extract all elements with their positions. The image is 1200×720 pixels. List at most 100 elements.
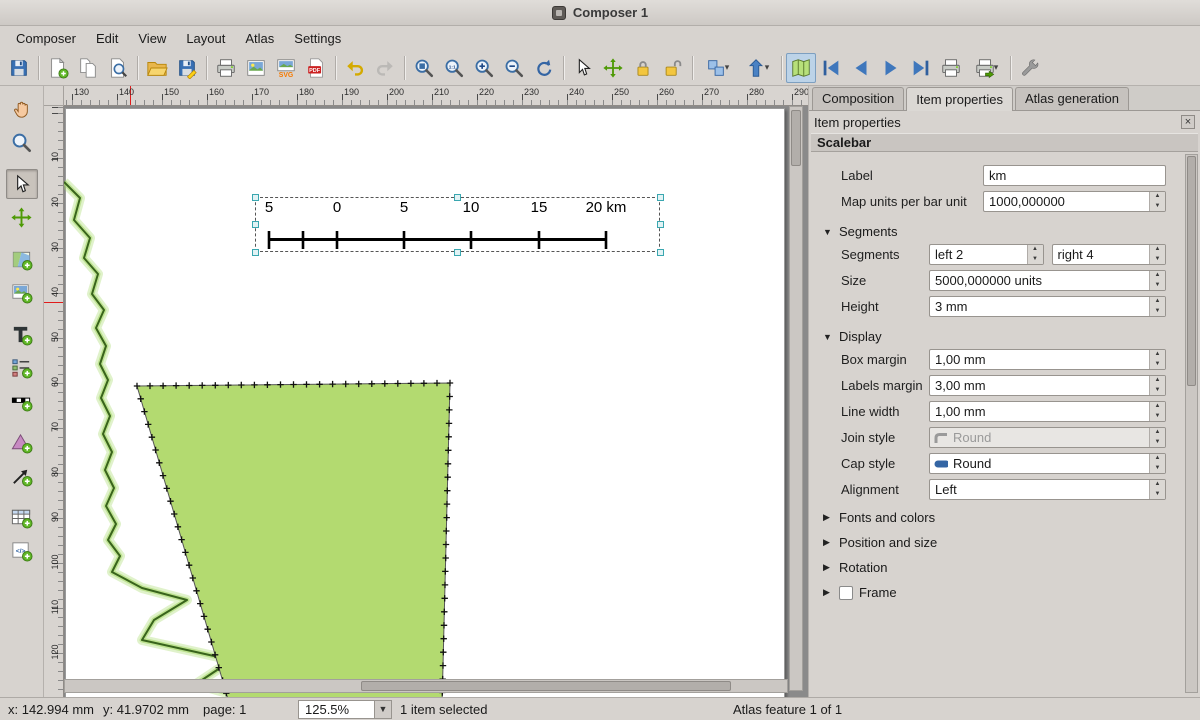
export-pdf-button[interactable]	[301, 53, 331, 83]
pan-button[interactable]	[6, 94, 38, 124]
zoom-button[interactable]	[6, 127, 38, 157]
box-margin-spinbox[interactable]: 1,00 mm ▲▼	[929, 349, 1166, 370]
export-atlas-button[interactable]: ▾	[966, 53, 1006, 83]
move-content-button[interactable]	[6, 202, 38, 232]
print-atlas-button[interactable]	[936, 53, 966, 83]
add-scalebar-button[interactable]	[6, 385, 38, 415]
horizontal-scrollbar[interactable]	[64, 679, 788, 693]
spinner-arrows-icon[interactable]: ▲▼	[1149, 454, 1165, 473]
scalebar-item[interactable]: 505101520 km	[255, 197, 660, 252]
selection-handle[interactable]	[657, 194, 664, 201]
cap-style-combobox[interactable]: Round ▲▼	[929, 453, 1166, 474]
export-image-button[interactable]	[241, 53, 271, 83]
spinner-arrows-icon[interactable]: ▲▼	[1149, 402, 1165, 421]
fonts-and-colors-group-header[interactable]: ▶Fonts and colors	[823, 510, 1174, 525]
alignment-combobox[interactable]: Left ▲▼	[929, 479, 1166, 500]
line-width-spinbox[interactable]: 1,00 mm ▲▼	[929, 401, 1166, 422]
add-shape-button[interactable]	[6, 427, 38, 457]
display-group-header[interactable]: ▼ Display	[823, 329, 1174, 344]
add-table-button[interactable]	[6, 502, 38, 532]
add-arrow-button[interactable]	[6, 460, 38, 490]
composition-viewport[interactable]: 505101520 km	[64, 106, 808, 697]
menu-view[interactable]: View	[128, 28, 176, 49]
selection-handle[interactable]	[252, 194, 259, 201]
group-items-button[interactable]: ▾	[697, 53, 737, 83]
selection-handle[interactable]	[252, 249, 259, 256]
frame-group-header[interactable]: ▶ Frame	[823, 585, 1174, 600]
load-template-button[interactable]	[142, 53, 172, 83]
map-item[interactable]	[64, 106, 808, 697]
menu-edit[interactable]: Edit	[86, 28, 128, 49]
segments-left-spinbox[interactable]: left 2 ▲▼	[929, 244, 1044, 265]
zoom-in-button[interactable]	[469, 53, 499, 83]
atlas-next-button[interactable]	[876, 53, 906, 83]
add-legend-button[interactable]	[6, 352, 38, 382]
select-move-item-button[interactable]	[568, 53, 598, 83]
height-spinbox[interactable]: 3 mm ▲▼	[929, 296, 1166, 317]
vertical-scrollbar[interactable]	[789, 106, 803, 691]
zoom-combobox[interactable]: 125.5% ▼	[298, 700, 392, 719]
move-item-content-button[interactable]	[598, 53, 628, 83]
select-item-button[interactable]	[6, 169, 38, 199]
refresh-button[interactable]	[529, 53, 559, 83]
zoom-full-button[interactable]	[409, 53, 439, 83]
menu-composer[interactable]: Composer	[6, 28, 86, 49]
print-button[interactable]	[211, 53, 241, 83]
selection-handle[interactable]	[252, 221, 259, 228]
atlas-last-button[interactable]	[906, 53, 936, 83]
atlas-first-button[interactable]	[816, 53, 846, 83]
selection-handle[interactable]	[454, 194, 461, 201]
add-image-button[interactable]	[6, 277, 38, 307]
spinner-arrows-icon[interactable]: ▲▼	[1149, 297, 1165, 316]
unlock-items-button[interactable]	[658, 53, 688, 83]
zoom-100-button[interactable]	[439, 53, 469, 83]
panel-scrollbar-thumb[interactable]	[1187, 156, 1196, 386]
lock-items-button[interactable]	[628, 53, 658, 83]
tab-item-properties[interactable]: Item properties	[906, 87, 1013, 111]
spinner-arrows-icon[interactable]: ▲▼	[1149, 350, 1165, 369]
redo-button[interactable]	[370, 53, 400, 83]
selection-handle[interactable]	[657, 221, 664, 228]
menu-settings[interactable]: Settings	[284, 28, 351, 49]
atlas-prev-button[interactable]	[846, 53, 876, 83]
save-button[interactable]	[4, 53, 34, 83]
menu-atlas[interactable]: Atlas	[235, 28, 284, 49]
add-html-button[interactable]	[6, 535, 38, 565]
menu-layout[interactable]: Layout	[176, 28, 235, 49]
frame-checkbox[interactable]	[839, 586, 853, 600]
export-svg-button[interactable]	[271, 53, 301, 83]
spinner-arrows-icon[interactable]: ▲▼	[1149, 480, 1165, 499]
save-template-button[interactable]	[172, 53, 202, 83]
atlas-settings-button[interactable]	[1015, 53, 1045, 83]
raise-items-button[interactable]: ▾	[737, 53, 777, 83]
add-map-button[interactable]	[6, 244, 38, 274]
tab-atlas-generation[interactable]: Atlas generation	[1015, 87, 1129, 110]
selection-handle[interactable]	[454, 249, 461, 256]
new-composition-button[interactable]	[43, 53, 73, 83]
rotation-group-header[interactable]: ▶Rotation	[823, 560, 1174, 575]
position-and-size-group-header[interactable]: ▶Position and size	[823, 535, 1174, 550]
size-spinbox[interactable]: 5000,000000 units ▲▼	[929, 270, 1166, 291]
spinner-arrows-icon[interactable]: ▲▼	[1149, 376, 1165, 395]
segments-group-header[interactable]: ▼ Segments	[823, 224, 1174, 239]
undo-button[interactable]	[340, 53, 370, 83]
selection-handle[interactable]	[657, 249, 664, 256]
spinner-arrows-icon[interactable]: ▲▼	[1149, 271, 1165, 290]
panel-scrollbar[interactable]	[1185, 154, 1198, 693]
spinner-arrows-icon[interactable]: ▲▼	[1149, 192, 1165, 211]
zoom-dropdown-arrow-icon[interactable]: ▼	[375, 700, 392, 719]
close-panel-icon[interactable]: ×	[1181, 115, 1195, 129]
segments-right-spinbox[interactable]: right 4 ▲▼	[1052, 244, 1167, 265]
composer-manager-button[interactable]	[103, 53, 133, 83]
label-input[interactable]: km	[983, 165, 1166, 186]
zoom-out-button[interactable]	[499, 53, 529, 83]
spinner-arrows-icon[interactable]: ▲▼	[1149, 245, 1165, 264]
duplicate-composition-button[interactable]	[73, 53, 103, 83]
tab-composition[interactable]: Composition	[812, 87, 904, 110]
vertical-scrollbar-thumb[interactable]	[791, 110, 801, 166]
spinner-arrows-icon[interactable]: ▲▼	[1027, 245, 1043, 264]
add-label-button[interactable]	[6, 319, 38, 349]
map-units-spinbox[interactable]: 1000,000000 ▲▼	[983, 191, 1166, 212]
horizontal-scrollbar-thumb[interactable]	[361, 681, 731, 691]
atlas-preview-button[interactable]	[786, 53, 816, 83]
